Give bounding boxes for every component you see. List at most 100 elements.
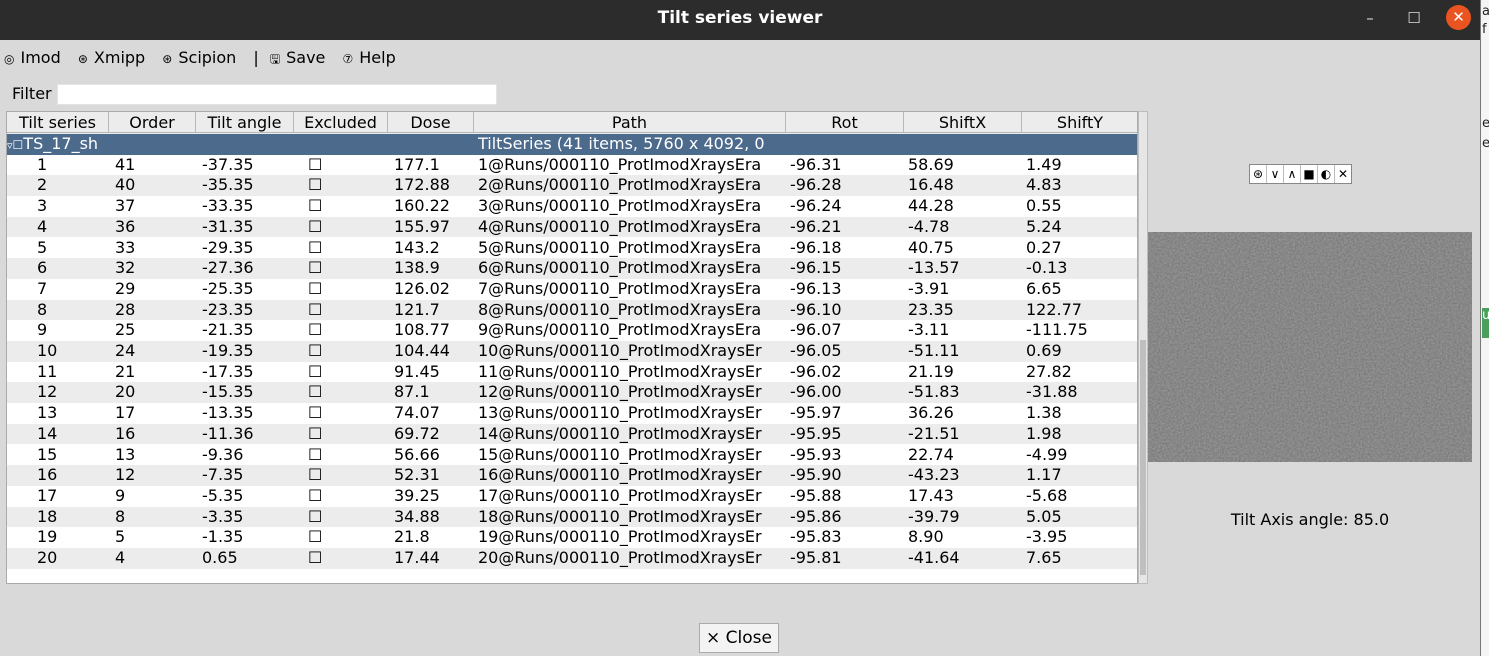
table-cell: 122.77 — [1026, 299, 1082, 319]
table-row[interactable]: 14 16 -11.36 ☐ 69.72 14@Runs/000110_ProtImodX… — [7, 423, 1137, 445]
column-header[interactable]: Tilt angle — [196, 112, 294, 133]
group-path: TiltSeries (41 items, 5760 x 4092, 0 — [478, 134, 765, 153]
excluded-checkbox[interactable]: ☐ — [308, 527, 388, 547]
menu-scipion[interactable]: ⊛ Scipion — [162, 48, 242, 67]
table-cell: -96.18 — [790, 237, 842, 257]
table-row[interactable]: 15 13 -9.36 ☐ 56.66 15@Runs/000110_ProtImodXr… — [7, 444, 1137, 466]
table-row[interactable]: 9 25 -21.35 ☐ 108.77 9@Runs/000110_ProtImodXr… — [7, 320, 1137, 341]
excluded-checkbox[interactable]: ☐ — [308, 258, 388, 278]
table-cell: 1 — [37, 154, 48, 174]
excluded-checkbox[interactable]: ☐ — [308, 507, 388, 527]
table-cell: 5.24 — [1026, 216, 1062, 236]
table-cell: 7.65 — [1026, 548, 1062, 567]
menu-xmipp[interactable]: ⊛ Xmipp — [78, 48, 151, 67]
table-row[interactable]: 5 33 -29.35 ☐ 143.2 5@Runs/000110_ProtImodXra… — [7, 237, 1137, 259]
excluded-checkbox[interactable]: ☐ — [308, 548, 388, 568]
excluded-checkbox[interactable]: ☐ — [308, 403, 388, 423]
table-cell: 8 — [115, 506, 126, 526]
menu-imod-label: Imod — [20, 48, 61, 67]
table-row[interactable]: 2 40 -35.35 ☐ 172.88 2@Runs/000110_ProtImodXr… — [7, 175, 1137, 197]
filter-input[interactable] — [57, 84, 497, 105]
tilt-series-group-row[interactable]: ▿☐TS_17_sh TiltSeries (41 items, 5760 x 4… — [7, 134, 1137, 155]
close-icon[interactable]: ✕ — [1335, 165, 1351, 183]
menu-save[interactable]: 🖫 Save — [270, 48, 332, 67]
table-row[interactable]: 11 21 -17.35 ☐ 91.45 11@Runs/000110_ProtImodX… — [7, 361, 1137, 383]
column-header[interactable]: Tilt series — [7, 112, 109, 133]
table-cell: 41 — [115, 154, 136, 174]
scrollbar-thumb[interactable] — [1140, 340, 1146, 575]
column-header[interactable]: ShiftX — [904, 112, 1022, 133]
excluded-checkbox[interactable]: ☐ — [308, 320, 388, 340]
excluded-checkbox[interactable]: ☐ — [308, 279, 388, 299]
column-header[interactable]: Path — [474, 112, 786, 133]
close-button[interactable]: × Close — [699, 623, 779, 653]
table-cell: -0.13 — [1026, 258, 1068, 278]
column-header[interactable]: Dose — [388, 112, 474, 133]
table-row[interactable]: 16 12 -7.35 ☐ 52.31 16@Runs/000110_ProtImodXr… — [7, 465, 1137, 486]
excluded-checkbox[interactable]: ☐ — [308, 300, 388, 320]
excluded-checkbox[interactable]: ☐ — [308, 217, 388, 237]
column-header[interactable]: Rot — [786, 112, 904, 133]
excluded-checkbox[interactable]: ☐ — [308, 341, 388, 361]
table-row[interactable]: 6 32 -27.36 ☐ 138.9 6@Runs/000110_ProtImodXra… — [7, 258, 1137, 279]
chevron-up-icon[interactable]: ∧ — [1284, 165, 1301, 183]
column-header[interactable]: Order — [109, 112, 196, 133]
excluded-checkbox[interactable]: ☐ — [308, 175, 388, 195]
excluded-checkbox[interactable]: ☐ — [308, 465, 388, 485]
table-row[interactable]: 18 8 -3.35 ☐ 34.88 18@Runs/000110_ProtImodXra… — [7, 506, 1137, 528]
home-icon[interactable]: ⊛ — [1250, 165, 1267, 183]
column-header[interactable]: ShiftY — [1022, 112, 1137, 133]
excluded-checkbox[interactable]: ☐ — [308, 362, 388, 382]
table-row[interactable]: 20 4 0.65 ☐ 17.44 20@Runs/000110_ProtImodXray… — [7, 548, 1137, 569]
table-cell: 8.90 — [908, 527, 944, 547]
table-row[interactable]: 12 20 -15.35 ☐ 87.1 12@Runs/000110_ProtImodXr… — [7, 382, 1137, 404]
xmipp-icon: ⊛ — [77, 52, 88, 66]
excluded-checkbox[interactable]: ☐ — [308, 486, 388, 506]
checkbox-icon[interactable]: ☐ — [13, 138, 24, 152]
edge-text-fragment: f — [1482, 22, 1487, 37]
table-row[interactable]: 4 36 -31.35 ☐ 155.97 4@Runs/000110_ProtImodXr… — [7, 216, 1137, 238]
table-cell: -1.35 — [202, 527, 244, 547]
table-cell: -39.79 — [908, 506, 960, 526]
table-row[interactable]: 7 29 -25.35 ☐ 126.02 7@Runs/000110_ProtImodXr… — [7, 278, 1137, 300]
contrast-icon[interactable]: ◐ — [1318, 165, 1335, 183]
excluded-checkbox[interactable]: ☐ — [308, 424, 388, 444]
table-row[interactable]: 13 17 -13.35 ☐ 74.07 13@Runs/000110_ProtImodX… — [7, 403, 1137, 424]
table-cell: 20 — [37, 548, 58, 567]
table-cell: 5 — [37, 237, 48, 257]
table-cell: -96.00 — [790, 382, 842, 402]
column-header[interactable]: Excluded — [294, 112, 388, 133]
menu-save-label: Save — [286, 48, 326, 67]
table-row[interactable]: 10 24 -19.35 ☐ 104.44 10@Runs/000110_ProtImod… — [7, 341, 1137, 362]
table-cell: 138.9 — [394, 258, 440, 278]
table-cell: 8@Runs/000110_ProtImodXraysEra — [478, 299, 762, 319]
menu-help[interactable]: ⑦ Help — [342, 48, 401, 67]
table-cell: 11@Runs/000110_ProtImodXraysEr — [478, 361, 762, 381]
table-row[interactable]: 19 5 -1.35 ☐ 21.8 19@Runs/000110_ProtImodXray… — [7, 527, 1137, 548]
table-cell: -96.07 — [790, 320, 842, 340]
table-cell: -4.78 — [908, 216, 950, 236]
minimize-icon[interactable]: – — [1358, 7, 1382, 29]
table-cell: 11 — [37, 361, 58, 381]
window-close-icon[interactable]: ✕ — [1446, 5, 1471, 30]
excluded-checkbox[interactable]: ☐ — [308, 155, 388, 175]
table-row[interactable]: 8 28 -23.35 ☐ 121.7 8@Runs/000110_ProtImodXra… — [7, 299, 1137, 321]
table-row[interactable]: 1 41 -37.35 ☐ 177.1 1@Runs/000110_ProtImodXra… — [7, 154, 1137, 176]
table-cell: 7@Runs/000110_ProtImodXraysEra — [478, 278, 762, 298]
table-cell: -13.57 — [908, 258, 960, 278]
table-cell: 4@Runs/000110_ProtImodXraysEra — [478, 216, 762, 236]
table-cell: -29.35 — [202, 237, 254, 257]
table-row[interactable]: 3 37 -33.35 ☐ 160.22 3@Runs/000110_ProtImodXr… — [7, 196, 1137, 217]
table-cell: 17.43 — [908, 485, 954, 505]
menu-imod[interactable]: ◎ Imod — [4, 48, 67, 67]
excluded-checkbox[interactable]: ☐ — [308, 238, 388, 258]
chevron-down-icon[interactable]: ∨ — [1267, 165, 1284, 183]
micrograph-image — [1148, 232, 1472, 462]
maximize-icon[interactable]: ☐ — [1402, 7, 1426, 29]
excluded-checkbox[interactable]: ☐ — [308, 382, 388, 402]
table-row[interactable]: 17 9 -5.35 ☐ 39.25 17@Runs/000110_ProtImodXra… — [7, 485, 1137, 507]
excluded-checkbox[interactable]: ☐ — [308, 196, 388, 216]
excluded-checkbox[interactable]: ☐ — [308, 445, 388, 465]
table-scrollbar[interactable] — [1138, 111, 1148, 584]
square-icon[interactable]: ■ — [1301, 165, 1318, 183]
